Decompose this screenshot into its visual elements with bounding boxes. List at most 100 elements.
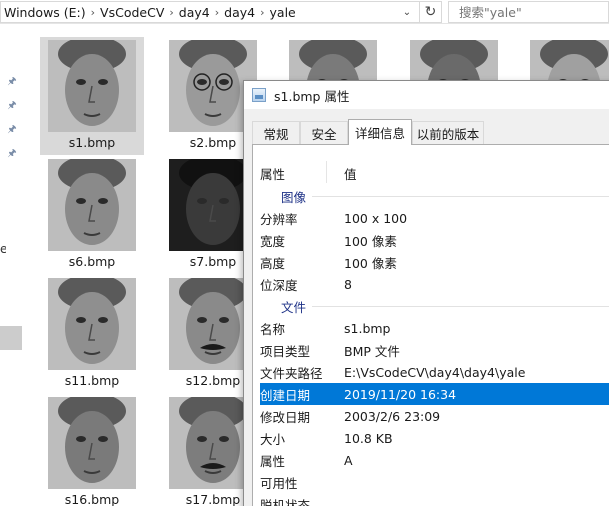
dialog-title-bar[interactable]: s1.bmp 属性 <box>244 81 609 109</box>
file-thumbnail[interactable]: s11.bmp <box>40 275 144 393</box>
property-row[interactable]: 属性 A <box>260 449 609 471</box>
breadcrumb-yale[interactable]: yale <box>267 5 299 20</box>
pin-icon[interactable]: 🖈 <box>6 124 18 136</box>
right-eye <box>219 317 229 323</box>
nav-item-label[interactable]: e <box>0 242 6 256</box>
refresh-icon[interactable]: ↻ <box>420 1 442 23</box>
column-divider[interactable] <box>326 161 327 183</box>
property-name: 脱机状态 <box>260 497 311 506</box>
header-property[interactable]: 属性 <box>260 164 328 182</box>
property-name: 项目类型 <box>260 343 311 359</box>
right-eye <box>219 436 229 442</box>
left-eye <box>76 198 86 204</box>
file-thumbnail[interactable]: s16.bmp <box>40 394 144 506</box>
property-value: A <box>344 452 353 468</box>
tab-general[interactable]: 常规 <box>252 121 300 144</box>
face-image <box>48 397 136 489</box>
right-eye <box>98 198 108 204</box>
property-value: 100 x 100 <box>344 210 408 226</box>
dialog-title: s1.bmp 属性 <box>274 88 350 104</box>
property-row[interactable]: 名称 s1.bmp <box>260 317 609 339</box>
file-thumbnail[interactable]: s1.bmp <box>40 37 144 155</box>
section-label: 文件 <box>260 296 313 316</box>
property-row[interactable]: 高度 100 像素 <box>260 251 609 273</box>
breadcrumb-vscodecv[interactable]: VsCodeCV <box>97 5 167 20</box>
right-eye <box>98 317 108 323</box>
right-eye <box>98 436 108 442</box>
property-value: BMP 文件 <box>344 343 400 359</box>
breadcrumb-separator-icon[interactable]: › <box>258 6 266 19</box>
property-name: 分辨率 <box>260 211 298 227</box>
breadcrumb-day4[interactable]: day4 <box>176 5 213 20</box>
left-eye <box>197 198 207 204</box>
property-name: 名称 <box>260 321 286 337</box>
nav-item-selected[interactable] <box>0 326 22 350</box>
property-row[interactable]: 宽度 100 像素 <box>260 229 609 251</box>
property-value: 8 <box>344 276 352 292</box>
breadcrumb-separator-icon[interactable]: › <box>89 6 97 19</box>
property-row[interactable]: 修改日期 2003/2/6 23:09 <box>260 405 609 427</box>
right-eye <box>219 198 229 204</box>
left-eye <box>76 79 86 85</box>
property-name: 属性 <box>260 453 286 469</box>
section-divider <box>312 195 609 197</box>
property-row[interactable]: 可用性 <box>260 471 609 493</box>
property-row[interactable]: 创建日期 2019/11/20 16:34 <box>260 383 609 405</box>
property-row[interactable]: 文件夹路径 E:\VsCodeCV\day4\day4\yale <box>260 361 609 383</box>
property-row[interactable]: 项目类型 BMP 文件 <box>260 339 609 361</box>
left-eye <box>76 317 86 323</box>
right-eye <box>219 79 229 85</box>
breadcrumb-drive[interactable]: Windows (E:) <box>1 5 89 20</box>
property-row[interactable]: 大小 10.8 KB <box>260 427 609 449</box>
breadcrumb-separator-icon[interactable]: › <box>167 6 175 19</box>
breadcrumb-separator-icon[interactable]: › <box>213 6 221 19</box>
image-file-icon <box>252 88 266 102</box>
properties-dialog: s1.bmp 属性 常规 安全 详细信息 以前的版本 属性 值 图像分辨率 100… <box>243 80 609 506</box>
property-row[interactable]: 位深度 8 <box>260 273 609 295</box>
property-value: s1.bmp <box>344 320 391 336</box>
right-eye <box>98 79 108 85</box>
face-image <box>48 159 136 251</box>
file-name: s6.bmp <box>68 254 116 269</box>
header-value[interactable]: 值 <box>328 164 357 182</box>
property-name: 位深度 <box>260 277 298 293</box>
tab-bar: 常规 安全 详细信息 以前的版本 <box>244 119 609 145</box>
chevron-down-icon[interactable]: ⌄ <box>398 4 416 20</box>
left-eye <box>197 436 207 442</box>
property-value: 2003/2/6 23:09 <box>344 408 441 424</box>
pin-icon[interactable]: 🖈 <box>6 76 18 88</box>
property-row[interactable]: 脱机状态 <box>260 493 609 506</box>
section-divider <box>312 305 609 307</box>
pin-icon[interactable]: 🖈 <box>6 148 18 160</box>
property-name: 宽度 <box>260 233 286 249</box>
property-list-header[interactable]: 属性 值 <box>260 161 609 183</box>
property-name: 文件夹路径 <box>260 365 323 381</box>
tab-security[interactable]: 安全 <box>300 121 348 144</box>
property-name: 修改日期 <box>260 409 311 425</box>
property-value: 100 像素 <box>344 255 397 271</box>
property-name: 创建日期 <box>260 387 311 403</box>
property-value: 10.8 KB <box>344 430 393 446</box>
property-name: 大小 <box>260 431 286 447</box>
property-name: 高度 <box>260 255 286 271</box>
file-thumbnail[interactable]: s6.bmp <box>40 156 144 274</box>
property-row[interactable]: 分辨率 100 x 100 <box>260 207 609 229</box>
breadcrumb-day4-inner[interactable]: day4 <box>221 5 258 20</box>
left-eye <box>76 436 86 442</box>
property-name: 可用性 <box>260 475 298 491</box>
address-field[interactable]: Windows (E:) › VsCodeCV › day4 › day4 › … <box>0 1 420 23</box>
file-name: s16.bmp <box>64 492 120 506</box>
section-label: 图像 <box>260 186 313 206</box>
file-name: s11.bmp <box>64 373 120 388</box>
left-eye <box>197 79 207 85</box>
pin-icon[interactable]: 🖈 <box>6 100 18 112</box>
property-value: 2019/11/20 16:34 <box>344 386 457 402</box>
section-image: 图像 <box>260 185 609 207</box>
search-input[interactable] <box>448 1 609 23</box>
address-bar: Windows (E:) › VsCodeCV › day4 › day4 › … <box>0 0 609 24</box>
property-value: E:\VsCodeCV\day4\day4\yale <box>344 364 526 380</box>
property-value: 100 像素 <box>344 233 397 249</box>
tab-details[interactable]: 详细信息 <box>348 119 412 145</box>
tab-previous-versions[interactable]: 以前的版本 <box>412 121 484 144</box>
face-image <box>48 278 136 370</box>
